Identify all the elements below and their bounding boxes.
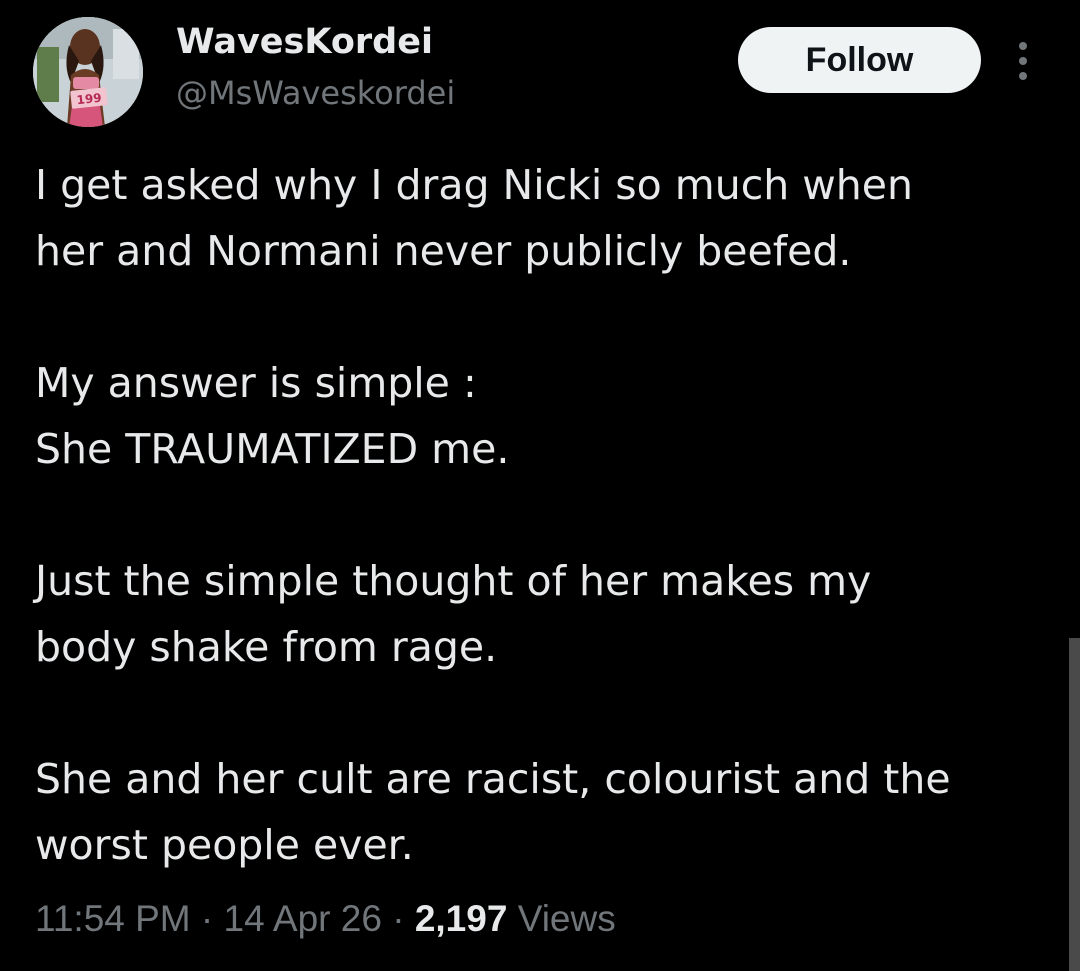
tweet-line: body shake from rage. [35, 623, 498, 671]
avatar[interactable]: 199 [33, 17, 143, 127]
author-display-name[interactable]: WavesKordei [176, 20, 433, 64]
tweet-line: worst people ever. [35, 821, 414, 869]
tweet-time[interactable]: 11:54 PM [35, 898, 191, 939]
tweet-meta: 11:54 PM · 14 Apr 26 · 2,197 Views [35, 893, 616, 945]
more-options-button[interactable] [1006, 40, 1042, 82]
tweet-text: I get asked why I drag Nicki so much whe… [35, 152, 1055, 878]
tweet-date[interactable]: 14 Apr 26 [224, 898, 382, 939]
tweet-line: I get asked why I drag Nicki so much whe… [35, 161, 913, 209]
author-handle[interactable]: @MsWaveskordei [176, 72, 455, 114]
views-count[interactable]: 2,197 [415, 898, 508, 939]
avatar-badge-text: 199 [76, 91, 102, 108]
scrollbar-thumb[interactable] [1069, 638, 1080, 971]
tweet-line: her and Normani never publicly beefed. [35, 227, 852, 275]
tweet-line: She and her cult are racist, colourist a… [35, 755, 951, 803]
tweet-line: My answer is simple : [35, 359, 477, 407]
meta-separator: · [200, 898, 214, 939]
tweet-line: Just the simple thought of her makes my [35, 557, 872, 605]
tweet-line: She TRAUMATIZED me. [35, 425, 510, 473]
follow-button[interactable]: Follow [738, 27, 981, 93]
views-label[interactable]: Views [518, 898, 616, 939]
meta-separator: · [392, 898, 405, 939]
avatar-image: 199 [33, 17, 143, 127]
